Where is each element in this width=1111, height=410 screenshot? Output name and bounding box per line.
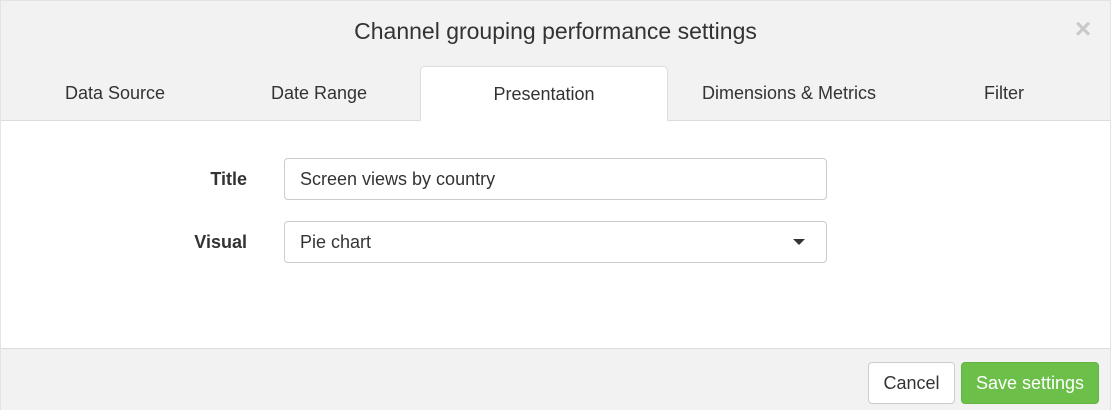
- dialog-footer: Cancel Save settings: [1, 348, 1110, 410]
- settings-dialog: Channel grouping performance settings × …: [0, 0, 1111, 410]
- tab-filter[interactable]: Filter: [906, 66, 1102, 120]
- visual-select[interactable]: Pie chart: [284, 221, 827, 263]
- visual-select-value: Pie chart: [300, 232, 372, 252]
- dialog-title: Channel grouping performance settings: [354, 18, 757, 44]
- tab-date-range[interactable]: Date Range: [223, 66, 415, 120]
- dialog-header: Channel grouping performance settings × …: [1, 1, 1110, 121]
- title-label: Title: [210, 169, 247, 189]
- tab-data-source[interactable]: Data Source: [1, 66, 229, 120]
- tab-presentation[interactable]: Presentation: [420, 66, 668, 121]
- tab-bar: Data Source Date Range Presentation Dime…: [1, 66, 1110, 121]
- title-input[interactable]: Screen views by country: [284, 158, 827, 200]
- cancel-button[interactable]: Cancel: [868, 362, 955, 404]
- caret-down-icon: [793, 239, 805, 245]
- visual-label: Visual: [194, 232, 247, 252]
- tab-dimensions-metrics[interactable]: Dimensions & Metrics: [668, 66, 910, 120]
- close-icon[interactable]: ×: [1072, 15, 1094, 43]
- save-settings-button[interactable]: Save settings: [961, 362, 1099, 404]
